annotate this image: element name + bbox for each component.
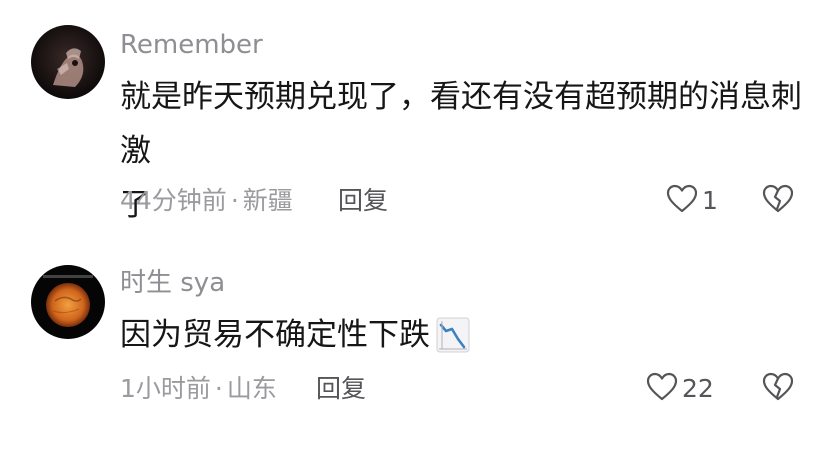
like-count: 22 (682, 374, 714, 403)
heart-outline-icon (646, 372, 678, 406)
avatar[interactable] (31, 265, 105, 339)
dislike-button[interactable] (762, 372, 794, 406)
avatar[interactable] (31, 25, 105, 99)
comment-meta: 1小时前 · 山东 (120, 374, 277, 404)
username[interactable]: 时生 sya (120, 268, 225, 298)
chart-decreasing-emoji (436, 316, 470, 370)
username[interactable]: Remember (120, 30, 263, 60)
timestamp: 1小时前 (120, 374, 211, 403)
location: 新疆 (242, 186, 293, 215)
meta-separator: · (230, 186, 239, 215)
broken-heart-icon (762, 184, 794, 218)
comment-list: Remember 就是昨天预期兑现了，看还有没有超预期的消息刺激 了 44分钟前… (0, 0, 828, 449)
heart-outline-icon (666, 184, 698, 218)
comment-item: 时生 sya 因为贸易不确定性下跌 1小时前 · 山东 回复 22 (0, 240, 828, 449)
reply-button[interactable]: 回复 (316, 374, 366, 404)
comment-text: 因为贸易不确定性下跌 (120, 308, 810, 370)
comment-item: Remember 就是昨天预期兑现了，看还有没有超预期的消息刺激 了 44分钟前… (0, 0, 828, 240)
comment-text-line: 就是昨天预期兑现了，看还有没有超预期的消息刺激 (120, 79, 802, 169)
timestamp: 44分钟前 (120, 186, 227, 215)
reply-button[interactable]: 回复 (338, 186, 388, 216)
comment-meta: 44分钟前 · 新疆 (120, 186, 293, 216)
like-button[interactable]: 22 (646, 372, 714, 406)
comment-text-line: 因为贸易不确定性下跌 (120, 317, 430, 353)
broken-heart-icon (762, 372, 794, 406)
like-button[interactable]: 1 (666, 184, 718, 218)
dislike-button[interactable] (762, 184, 794, 218)
like-count: 1 (702, 186, 718, 215)
meta-separator: · (214, 374, 223, 403)
location: 山东 (226, 374, 277, 403)
